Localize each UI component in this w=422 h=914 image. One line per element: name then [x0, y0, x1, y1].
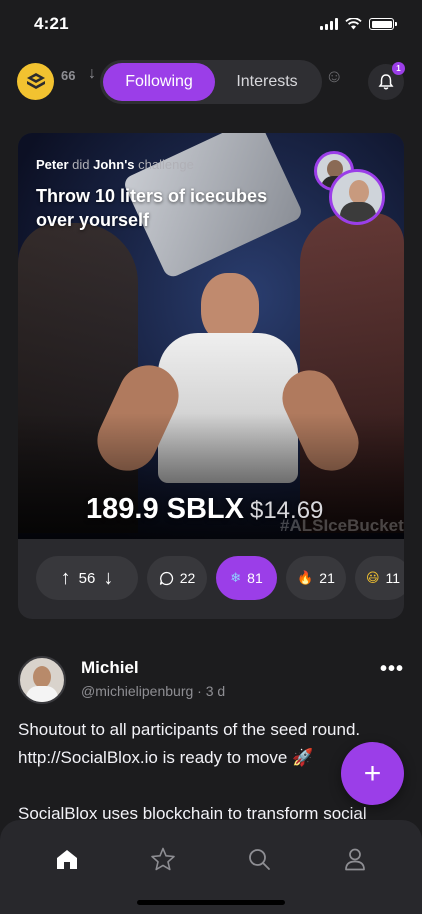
star-icon[interactable] — [150, 846, 176, 872]
status-icons — [320, 18, 397, 30]
notification-badge: 1 — [392, 62, 405, 75]
actor-name[interactable]: Peter — [36, 157, 69, 172]
fire-count: 21 — [319, 570, 335, 586]
down-arrow-icon: ↓ — [88, 65, 96, 82]
avatar-face — [33, 666, 51, 688]
smile-icon: 😃 — [365, 570, 380, 585]
top-header: 66 ↓ Following Interests ☺ 1 — [0, 58, 422, 106]
notifications-button[interactable]: 1 — [368, 62, 405, 100]
avatar-face — [349, 180, 369, 204]
challenge-attribution: Peter did John's challenge — [36, 157, 194, 172]
vote-control: ↑ 56 ↓ — [36, 556, 138, 600]
signal-icon — [320, 18, 338, 30]
tab-following[interactable]: Following — [103, 63, 215, 101]
photo-watermark: #ALSIceBucket — [280, 516, 404, 535]
post-meta: @michielipenburg · 3 d — [81, 683, 225, 699]
post-author-avatar[interactable] — [18, 656, 66, 704]
smile-count: 11 — [385, 570, 401, 586]
post-author-handle[interactable]: @michielipenburg — [81, 683, 193, 699]
upvote-arrow-icon[interactable]: ↑ — [61, 567, 71, 590]
owner-name[interactable]: John's — [93, 157, 134, 172]
snowflake-icon: ❄ — [230, 570, 242, 585]
avatar-body — [340, 202, 376, 222]
wifi-icon — [345, 18, 362, 30]
coin-avatar[interactable] — [17, 63, 54, 100]
status-time: 4:21 — [34, 14, 69, 33]
more-options-icon[interactable]: ••• — [380, 658, 404, 681]
post-author-name[interactable]: Michiel — [81, 658, 139, 678]
home-indicator — [137, 900, 285, 905]
post-paragraph: Shoutout to all participants of the seed… — [18, 720, 361, 767]
downvote-arrow-icon[interactable]: ↓ — [103, 567, 113, 590]
reaction-row: ↑ 56 ↓ 22 ❄ 81 🔥 21 😃 11 — [36, 556, 404, 600]
post-age: · 3 d — [197, 683, 226, 699]
participant-avatar-large[interactable] — [329, 169, 385, 225]
coin-logo-icon — [26, 72, 45, 89]
snowflake-reaction-button[interactable]: ❄ 81 — [216, 556, 277, 600]
battery-icon — [369, 18, 397, 30]
bell-icon — [378, 74, 394, 90]
snowflake-count: 81 — [247, 570, 263, 586]
challenge-word: challenge — [138, 157, 194, 172]
smile-reaction-button[interactable]: 😃 11 — [355, 556, 404, 600]
comments-button[interactable]: 22 — [147, 556, 207, 600]
profile-icon[interactable] — [342, 846, 368, 872]
home-icon[interactable] — [54, 846, 80, 872]
action-word: did — [72, 157, 90, 172]
status-bar: 4:21 — [0, 0, 422, 48]
tab-interests[interactable]: Interests — [215, 63, 319, 101]
comment-icon — [159, 571, 173, 585]
challenge-title: Throw 10 liters of icecubes over yoursel… — [36, 186, 268, 230]
avatar-body — [26, 686, 58, 702]
feed-segmented-control: Following Interests — [100, 60, 322, 104]
search-icon[interactable] — [246, 846, 272, 872]
sblx-amount: 189.9 SBLX — [86, 493, 244, 525]
coin-count: 66 — [61, 68, 76, 83]
vote-count: 56 — [78, 569, 96, 587]
fire-reaction-button[interactable]: 🔥 21 — [286, 556, 346, 600]
add-emoji-icon[interactable]: ☺ — [325, 66, 343, 87]
challenge-photo[interactable]: Peter did John's challenge Throw 10 lite… — [18, 133, 404, 539]
challenge-card[interactable]: Peter did John's challenge Throw 10 lite… — [18, 133, 404, 619]
comments-count: 22 — [179, 570, 196, 586]
create-post-button[interactable]: + — [341, 742, 404, 805]
fire-icon: 🔥 — [297, 570, 314, 585]
